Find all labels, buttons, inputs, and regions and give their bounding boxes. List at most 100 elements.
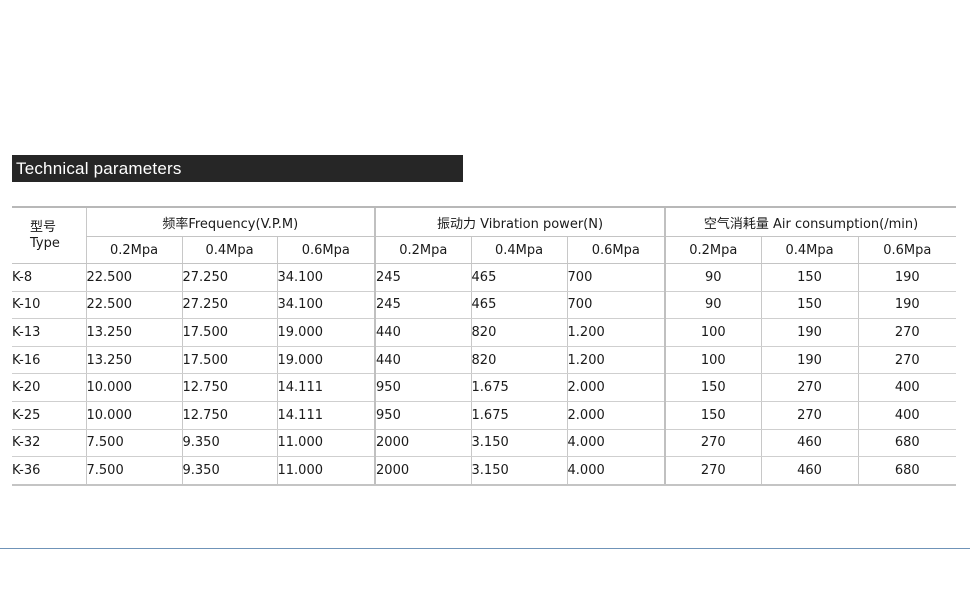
- bottom-rule: [0, 548, 970, 549]
- vibration-cell: 1.200: [566, 346, 666, 375]
- air-consumption-cell: 270: [664, 456, 762, 486]
- vibration-cell: 1.675: [470, 373, 568, 402]
- pressure-header: 0.2Mpa: [374, 236, 472, 264]
- type-header: 型号 Type: [12, 206, 86, 264]
- air-consumption-cell: 400: [857, 401, 957, 430]
- air-consumption-cell: 460: [760, 429, 859, 458]
- frequency-cell: 11.000: [276, 456, 376, 486]
- frequency-cell: 17.500: [181, 318, 277, 347]
- type-cell: K-25: [12, 401, 86, 430]
- vibration-cell: 820: [470, 318, 568, 347]
- air-consumption-cell: 270: [664, 429, 762, 458]
- frequency-cell: 10.000: [85, 401, 182, 430]
- air-group-header: 空气消耗量 Air consumption(/min): [664, 206, 957, 237]
- pressure-header: 0.4Mpa: [470, 236, 568, 264]
- frequency-cell: 11.000: [276, 429, 376, 458]
- type-cell: K-16: [12, 346, 86, 375]
- air-consumption-cell: 90: [664, 291, 762, 320]
- frequency-cell: 10.000: [85, 373, 182, 402]
- air-consumption-cell: 270: [857, 318, 957, 347]
- type-cell: K-10: [12, 291, 86, 320]
- section-title: Technical parameters: [12, 155, 463, 182]
- air-consumption-cell: 270: [760, 373, 859, 402]
- air-consumption-cell: 190: [857, 291, 957, 320]
- type-cell: K-32: [12, 429, 86, 458]
- table-row: K-8 22.500 27.250 34.100 245 465 700 90 150 190: [12, 263, 957, 292]
- frequency-cell: 13.250: [85, 318, 182, 347]
- air-consumption-cell: 100: [664, 318, 762, 347]
- frequency-cell: 12.750: [181, 401, 277, 430]
- air-consumption-cell: 680: [857, 456, 957, 486]
- frequency-cell: 17.500: [181, 346, 277, 375]
- frequency-cell: 34.100: [276, 263, 376, 292]
- vibration-cell: 2000: [374, 456, 472, 486]
- vibration-cell: 245: [374, 263, 472, 292]
- frequency-cell: 19.000: [276, 318, 376, 347]
- pressure-header: 0.4Mpa: [181, 236, 277, 264]
- frequency-cell: 14.111: [276, 401, 376, 430]
- vibration-cell: 4.000: [566, 429, 666, 458]
- type-header-en: Type: [30, 235, 60, 251]
- air-consumption-cell: 190: [760, 318, 859, 347]
- table-body: K-8 22.500 27.250 34.100 245 465 700 90 150 190 K-…: [12, 263, 957, 486]
- vibration-cell: 950: [374, 373, 472, 402]
- table-row: K-36 7.500 9.350 11.000 2000 3.150 4.000 270 460…: [12, 456, 957, 486]
- frequency-cell: 22.500: [85, 263, 182, 292]
- vibration-cell: 820: [470, 346, 568, 375]
- type-cell: K-36: [12, 456, 86, 486]
- header-row-groups: 型号 Type 频率Frequency(V.P.M) 振动力 Vibration…: [12, 206, 957, 264]
- table-row: K-13 13.250 17.500 19.000 440 820 1.200 100 190 2…: [12, 318, 957, 347]
- technical-parameters-table: 型号 Type 频率Frequency(V.P.M) 振动力 Vibration…: [12, 206, 957, 486]
- table-row: K-20 10.000 12.750 14.111 950 1.675 2.000 150 27…: [12, 373, 957, 402]
- header-row-pressures: 0.2Mpa 0.4Mpa 0.6Mpa 0.2Mpa 0.4Mpa 0.6Mp…: [12, 236, 957, 264]
- vibration-group-header: 振动力 Vibration power(N): [374, 206, 666, 237]
- vibration-cell: 465: [470, 263, 568, 292]
- vibration-cell: 3.150: [470, 456, 568, 486]
- vibration-cell: 4.000: [566, 456, 666, 486]
- table-row: K-25 10.000 12.750 14.111 950 1.675 2.000 150 27…: [12, 401, 957, 430]
- type-cell: K-20: [12, 373, 86, 402]
- vibration-cell: 1.675: [470, 401, 568, 430]
- pressure-header: 0.6Mpa: [276, 236, 376, 264]
- frequency-cell: 7.500: [85, 456, 182, 486]
- air-consumption-cell: 100: [664, 346, 762, 375]
- frequency-cell: 14.111: [276, 373, 376, 402]
- air-consumption-cell: 90: [664, 263, 762, 292]
- type-cell: K-8: [12, 263, 86, 292]
- pressure-header: 0.4Mpa: [760, 236, 859, 264]
- vibration-cell: 1.200: [566, 318, 666, 347]
- air-consumption-cell: 190: [857, 263, 957, 292]
- vibration-cell: 440: [374, 346, 472, 375]
- air-consumption-cell: 460: [760, 456, 859, 486]
- vibration-cell: 245: [374, 291, 472, 320]
- type-cell: K-13: [12, 318, 86, 347]
- air-consumption-cell: 190: [760, 346, 859, 375]
- frequency-cell: 9.350: [181, 456, 277, 486]
- vibration-cell: 3.150: [470, 429, 568, 458]
- frequency-cell: 34.100: [276, 291, 376, 320]
- frequency-group-header: 频率Frequency(V.P.M): [85, 206, 376, 237]
- frequency-cell: 27.250: [181, 291, 277, 320]
- vibration-cell: 700: [566, 263, 666, 292]
- air-consumption-cell: 270: [760, 401, 859, 430]
- air-consumption-cell: 150: [664, 373, 762, 402]
- frequency-cell: 27.250: [181, 263, 277, 292]
- pressure-header: 0.6Mpa: [566, 236, 666, 264]
- frequency-cell: 22.500: [85, 291, 182, 320]
- air-consumption-cell: 150: [760, 291, 859, 320]
- air-consumption-cell: 150: [664, 401, 762, 430]
- vibration-cell: 950: [374, 401, 472, 430]
- vibration-cell: 700: [566, 291, 666, 320]
- frequency-cell: 7.500: [85, 429, 182, 458]
- pressure-header: 0.2Mpa: [664, 236, 762, 264]
- frequency-cell: 12.750: [181, 373, 277, 402]
- air-consumption-cell: 680: [857, 429, 957, 458]
- vibration-cell: 2.000: [566, 401, 666, 430]
- air-consumption-cell: 270: [857, 346, 957, 375]
- table-row: K-32 7.500 9.350 11.000 2000 3.150 4.000 270 460…: [12, 429, 957, 458]
- vibration-cell: 2000: [374, 429, 472, 458]
- table-row: K-16 13.250 17.500 19.000 440 820 1.200 100 190 2…: [12, 346, 957, 375]
- table-row: K-10 22.500 27.250 34.100 245 465 700 90 150 190: [12, 291, 957, 320]
- air-consumption-cell: 150: [760, 263, 859, 292]
- frequency-cell: 13.250: [85, 346, 182, 375]
